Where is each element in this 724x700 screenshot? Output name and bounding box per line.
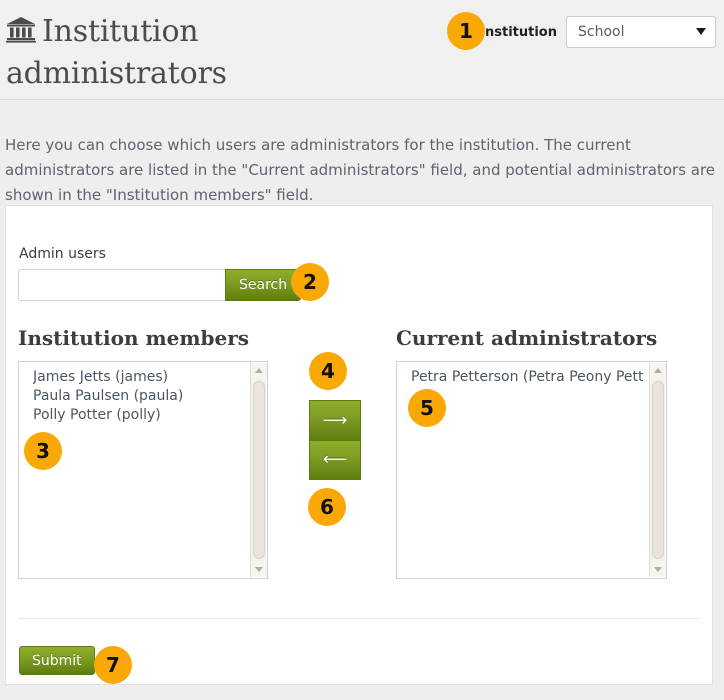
arrow-right-icon: ⟶ [310,412,360,429]
institution-selector: Institution School [480,16,716,48]
scrollbar-thumb[interactable] [253,381,265,559]
admin-users-label: Admin users [19,246,106,262]
transfer-buttons: ⟶ ⟵ [309,400,361,480]
callout-badge-7: 7 [94,646,132,684]
search-button[interactable]: Search [225,269,301,301]
list-item[interactable]: Paula Paulsen (paula) [33,387,244,406]
list-item[interactable]: Petra Petterson (Petra Peony Pette [411,368,643,387]
page-header: Institution administrators Institution S… [0,0,724,100]
page-title: Institution administrators [6,12,426,94]
institution-members-items: James Jetts (james) Paula Paulsen (paula… [19,368,250,425]
chevron-down-icon [696,28,706,35]
scrollbar-thumb[interactable] [652,381,664,559]
page-title-text: Institution administrators [6,14,227,91]
members-scrollbar[interactable] [250,363,266,577]
bank-institution-icon [6,14,36,54]
callout-badge-3: 3 [24,432,62,470]
callout-badge-4: 4 [309,352,347,390]
scroll-down-icon[interactable] [650,561,666,577]
institution-select[interactable]: School [566,16,716,48]
search-input[interactable] [18,269,225,301]
panel-divider [18,618,700,619]
move-left-button[interactable]: ⟵ [309,440,361,480]
current-administrators-heading: Current administrators [396,326,657,350]
institution-members-listbox[interactable]: James Jetts (james) Paula Paulsen (paula… [18,361,268,579]
scroll-up-icon[interactable] [251,363,267,379]
callout-badge-5: 5 [408,389,446,427]
list-item[interactable]: Polly Potter (polly) [33,406,244,425]
callout-badge-1: 1 [447,12,485,50]
list-item[interactable]: James Jetts (james) [33,368,244,387]
scroll-up-icon[interactable] [650,363,666,379]
callout-badge-6: 6 [308,488,346,526]
institution-label: Institution [480,25,557,40]
callout-badge-2: 2 [291,263,329,301]
arrow-left-icon: ⟵ [310,452,360,469]
submit-button[interactable]: Submit [19,646,95,675]
scroll-down-icon[interactable] [251,561,267,577]
intro-description: Here you can choose which users are admi… [5,133,719,208]
institution-select-value: School [578,24,624,40]
current-admins-scrollbar[interactable] [649,363,665,577]
search-row: Search [18,269,301,301]
institution-members-heading: Institution members [18,326,249,350]
move-right-button[interactable]: ⟶ [309,400,361,440]
current-administrators-items: Petra Petterson (Petra Peony Pette [397,368,649,387]
admin-form-panel: Admin users Search Institution members J… [5,205,713,685]
